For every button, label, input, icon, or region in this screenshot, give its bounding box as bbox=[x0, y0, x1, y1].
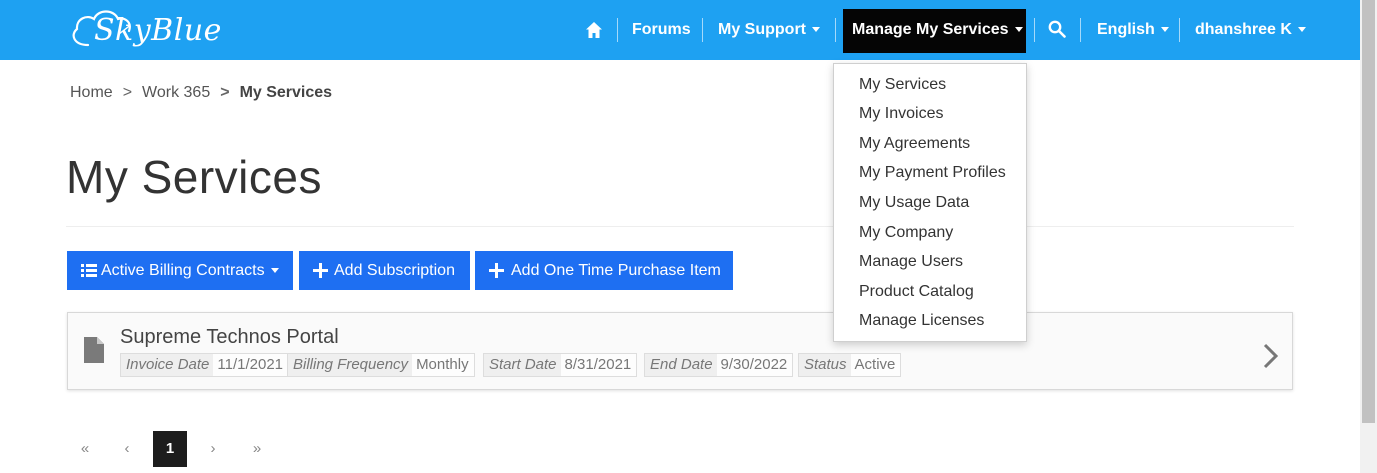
invoice-date-tag: Invoice Date 11/1/2021 bbox=[120, 353, 290, 377]
menu-item-my-payment-profiles[interactable]: My Payment Profiles bbox=[859, 161, 1006, 185]
add-one-time-purchase-button[interactable]: Add One Time Purchase Item bbox=[475, 251, 733, 290]
tag-label: End Date bbox=[645, 354, 717, 376]
manage-services-dropdown-menu: My Services My Invoices My Agreements My… bbox=[833, 63, 1027, 342]
breadcrumb-home[interactable]: Home bbox=[70, 84, 113, 102]
nav-divider bbox=[1034, 18, 1035, 42]
breadcrumb-current: My Services bbox=[239, 84, 333, 101]
tag-label: Invoice Date bbox=[121, 354, 214, 376]
user-menu-dropdown[interactable]: dhanshree K bbox=[1195, 18, 1306, 42]
menu-item-manage-users[interactable]: Manage Users bbox=[859, 250, 963, 274]
home-nav-link[interactable] bbox=[585, 18, 603, 42]
page-title: My Services bbox=[66, 151, 322, 203]
tag-value: 11/1/2021 bbox=[217, 356, 284, 373]
forums-nav-link[interactable]: Forums bbox=[632, 18, 691, 42]
my-support-nav-link[interactable]: My Support bbox=[718, 18, 820, 42]
caret-down-icon bbox=[812, 27, 820, 33]
tag-label: Billing Frequency bbox=[288, 354, 413, 376]
pagination: « ‹ 1 › » bbox=[68, 431, 288, 467]
chevron-right-icon[interactable] bbox=[1262, 343, 1280, 369]
end-date-tag: End Date 9/30/2022 bbox=[644, 353, 794, 377]
caret-down-icon bbox=[1014, 27, 1023, 33]
tag-value: Active bbox=[854, 356, 896, 373]
caret-down-icon bbox=[1160, 27, 1169, 33]
breadcrumb-separator: > bbox=[220, 84, 230, 101]
my-support-label: My Support bbox=[718, 21, 806, 38]
next-page-button[interactable]: › bbox=[196, 431, 230, 467]
search-icon bbox=[1048, 20, 1066, 38]
manage-my-services-nav-link[interactable]: Manage My Services bbox=[852, 18, 1023, 42]
breadcrumb: Home > Work 365 > My Services bbox=[70, 84, 332, 106]
menu-item-my-usage-data[interactable]: My Usage Data bbox=[859, 191, 969, 215]
page-1-button[interactable]: 1 bbox=[153, 431, 187, 467]
plus-icon bbox=[313, 263, 328, 278]
menu-item-my-services[interactable]: My Services bbox=[859, 73, 946, 97]
menu-item-product-catalog[interactable]: Product Catalog bbox=[859, 280, 974, 304]
tag-label: Status bbox=[799, 354, 851, 376]
tag-value: Monthly bbox=[416, 356, 469, 373]
menu-item-my-agreements[interactable]: My Agreements bbox=[859, 132, 970, 156]
status-tag: Status Active bbox=[798, 353, 902, 377]
manage-my-services-label: Manage My Services bbox=[852, 21, 1009, 38]
nav-divider bbox=[702, 18, 703, 42]
title-divider bbox=[66, 226, 1294, 227]
top-navbar: SkyBlue Forums My Support Manage My Serv… bbox=[0, 0, 1360, 60]
language-dropdown[interactable]: English bbox=[1097, 18, 1169, 42]
menu-item-manage-licenses[interactable]: Manage Licenses bbox=[859, 309, 984, 333]
add-one-time-purchase-label: Add One Time Purchase Item bbox=[511, 262, 721, 279]
service-card[interactable]: Supreme Technos Portal Invoice Date 11/1/… bbox=[67, 312, 1293, 390]
start-date-tag: Start Date 8/31/2021 bbox=[483, 353, 638, 377]
nav-divider bbox=[617, 18, 618, 42]
nav-divider bbox=[1179, 18, 1180, 42]
active-billing-contracts-label: Active Billing Contracts bbox=[101, 262, 265, 279]
caret-down-icon bbox=[270, 268, 279, 274]
home-icon bbox=[586, 22, 602, 38]
search-nav-button[interactable] bbox=[1048, 18, 1066, 42]
add-subscription-button[interactable]: Add Subscription bbox=[299, 251, 470, 290]
menu-item-my-company[interactable]: My Company bbox=[859, 221, 953, 245]
prev-page-button[interactable]: ‹ bbox=[110, 431, 144, 467]
active-billing-contracts-button[interactable]: Active Billing Contracts bbox=[67, 251, 293, 290]
breadcrumb-work365[interactable]: Work 365 bbox=[142, 84, 210, 102]
main-nav: Forums My Support Manage My Services Eng… bbox=[0, 0, 1360, 60]
menu-item-my-invoices[interactable]: My Invoices bbox=[859, 102, 943, 126]
user-name: dhanshree K bbox=[1195, 21, 1292, 38]
billing-frequency-tag: Billing Frequency Monthly bbox=[287, 353, 475, 377]
document-icon bbox=[84, 337, 104, 363]
nav-divider bbox=[835, 18, 836, 42]
plus-icon bbox=[489, 263, 504, 278]
tag-label: Start Date bbox=[484, 354, 561, 376]
scrollbar-thumb[interactable] bbox=[1362, 0, 1375, 423]
language-label: English bbox=[1097, 21, 1155, 38]
vertical-scrollbar[interactable] bbox=[1360, 0, 1377, 473]
tag-value: 9/30/2022 bbox=[720, 356, 788, 373]
breadcrumb-separator: > bbox=[122, 84, 133, 101]
list-icon bbox=[81, 264, 97, 277]
add-subscription-label: Add Subscription bbox=[334, 262, 455, 279]
nav-divider bbox=[1080, 18, 1081, 42]
first-page-button[interactable]: « bbox=[68, 431, 102, 467]
service-name: Supreme Technos Portal bbox=[120, 326, 339, 348]
tag-value: 8/31/2021 bbox=[564, 356, 632, 373]
last-page-button[interactable]: » bbox=[240, 431, 274, 467]
caret-down-icon bbox=[1297, 27, 1306, 33]
